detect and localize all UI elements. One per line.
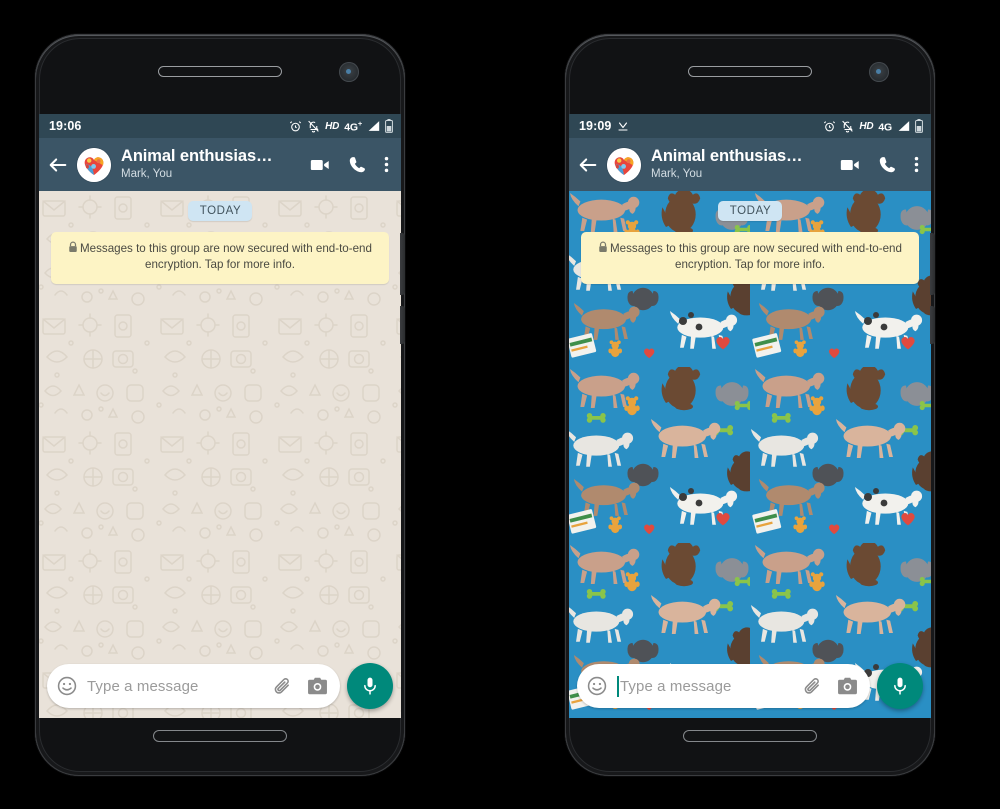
download-complete-icon [618, 122, 629, 131]
encryption-notice[interactable]: Messages to this group are now secured w… [581, 232, 919, 284]
bell-muted-icon [842, 120, 854, 132]
phone-call-icon[interactable] [877, 154, 898, 175]
phone-device-right: 19:09 HD 4G Animal enthusias… Mark, You … [565, 34, 935, 776]
phone-screen-left: 19:06 HD 4G+ Animal enthusias… Mark, You… [39, 114, 401, 718]
chat-title-block[interactable]: Animal enthusias… Mark, You [651, 147, 831, 182]
chat-message-area: TODAY Messages to this group are now sec… [39, 191, 401, 718]
voice-record-button[interactable] [347, 663, 393, 709]
emoji-smiley-icon[interactable] [56, 675, 78, 697]
encryption-notice-text: Messages to this group are now secured w… [80, 242, 372, 272]
voice-record-button[interactable] [877, 663, 923, 709]
hd-label: HD [325, 120, 340, 132]
phone-bezel-right: 19:09 HD 4G Animal enthusias… Mark, You … [569, 38, 935, 772]
microphone-icon [364, 677, 376, 695]
chat-title-block[interactable]: Animal enthusias… Mark, You [121, 147, 301, 182]
paperclip-icon[interactable] [802, 676, 823, 697]
message-composer: Type a message [39, 660, 401, 718]
video-call-icon[interactable] [309, 154, 331, 176]
message-placeholder: Type a message [620, 677, 732, 695]
encryption-notice[interactable]: Messages to this group are now secured w… [51, 232, 389, 284]
network-type-label: 4G [878, 121, 892, 134]
lock-icon [69, 241, 77, 252]
message-input-pill[interactable]: Type a message [47, 664, 340, 708]
status-clock: 19:06 [49, 119, 82, 133]
microphone-icon [894, 677, 906, 695]
date-badge: TODAY [717, 201, 783, 221]
phone-device-left: 19:06 HD 4G+ Animal enthusias… Mark, You… [35, 34, 405, 776]
page-title: Animal enthusias… [121, 147, 273, 166]
battery-icon [915, 119, 923, 133]
earpiece-speaker-icon [688, 66, 812, 77]
volume-button[interactable] [930, 233, 935, 295]
date-badge: TODAY [187, 201, 253, 221]
overflow-menu-icon[interactable] [384, 154, 389, 175]
battery-icon [385, 119, 393, 133]
chat-app-bar: Animal enthusias… Mark, You [39, 138, 401, 191]
camera-icon[interactable] [837, 676, 858, 696]
group-avatar-animal-heart [607, 147, 641, 182]
lock-icon [599, 241, 607, 252]
bell-muted-icon [308, 120, 319, 132]
chat-message-area: TODAY Messages to this group are now sec… [569, 191, 931, 718]
page-title: Animal enthusias… [651, 147, 803, 166]
phone-screen-right: 19:09 HD 4G Animal enthusias… Mark, You … [569, 114, 931, 718]
search-input[interactable]: Type a message [87, 678, 263, 695]
emoji-smiley-icon[interactable] [586, 675, 608, 697]
chat-app-bar: Animal enthusias… Mark, You [569, 138, 931, 191]
paperclip-icon[interactable] [272, 676, 293, 697]
status-bar: 19:06 HD 4G+ [39, 114, 401, 138]
alarm-icon [824, 120, 836, 131]
chat-participants: Mark, You [651, 168, 703, 181]
volume-button[interactable] [400, 233, 405, 295]
signal-bars-icon [898, 121, 910, 131]
power-button[interactable] [400, 306, 405, 344]
avatar[interactable] [77, 147, 111, 182]
bottom-speaker-icon [683, 730, 817, 742]
video-call-icon[interactable] [839, 154, 861, 176]
group-avatar-animal-heart [77, 147, 111, 182]
text-cursor [617, 675, 619, 697]
earpiece-speaker-icon [158, 66, 282, 77]
search-input[interactable]: Type a message [617, 675, 793, 697]
avatar[interactable] [607, 147, 641, 182]
overflow-menu-icon[interactable] [914, 154, 919, 175]
chat-participants: Mark, You [121, 168, 173, 181]
signal-bars-icon [368, 121, 380, 131]
camera-icon[interactable] [307, 676, 328, 696]
message-placeholder: Type a message [87, 677, 199, 695]
phone-call-icon[interactable] [347, 154, 368, 175]
message-composer: Type a message [569, 660, 931, 718]
bottom-speaker-icon [153, 730, 287, 742]
power-button[interactable] [930, 306, 935, 344]
alarm-icon [290, 120, 302, 131]
back-arrow-icon[interactable] [47, 154, 69, 176]
hd-label: HD [859, 120, 874, 132]
phone-bezel-left: 19:06 HD 4G+ Animal enthusias… Mark, You… [39, 38, 405, 772]
front-camera-icon [339, 62, 359, 82]
front-camera-icon [869, 62, 889, 82]
screenshot-canvas: 19:06 HD 4G+ Animal enthusias… Mark, You… [0, 0, 1000, 809]
message-input-pill[interactable]: Type a message [577, 664, 870, 708]
network-type-label: 4G+ [344, 118, 362, 134]
encryption-notice-text: Messages to this group are now secured w… [610, 242, 902, 272]
back-arrow-icon[interactable] [577, 154, 599, 176]
status-clock: 19:09 [579, 119, 612, 133]
status-bar: 19:09 HD 4G [569, 114, 931, 138]
